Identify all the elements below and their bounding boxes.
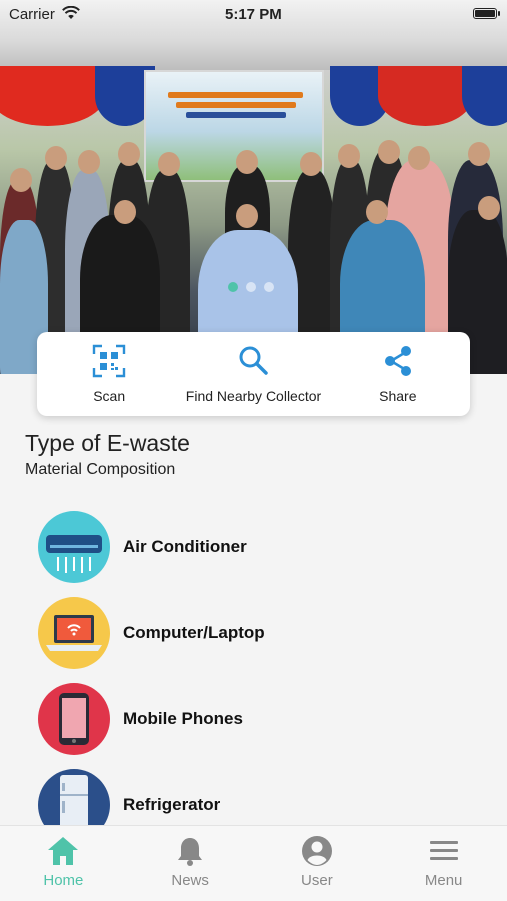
carousel-dot-active[interactable]: [228, 282, 238, 292]
tab-label: News: [171, 872, 209, 889]
find-nearby-collector-label: Find Nearby Collector: [185, 388, 322, 404]
hero-banner-image[interactable]: [0, 0, 507, 374]
carousel-dot[interactable]: [246, 282, 256, 292]
air-conditioner-icon: [38, 511, 110, 583]
drape-red: [378, 66, 473, 126]
wifi-icon: [62, 6, 80, 19]
list-item-mobile-phones[interactable]: Mobile Phones: [38, 682, 243, 756]
tab-user[interactable]: User: [254, 826, 381, 901]
scan-label: Scan: [93, 388, 126, 404]
bottom-tab-bar: Home News User Menu: [0, 825, 507, 901]
list-item-label: Air Conditioner: [123, 537, 247, 556]
tab-label: User: [301, 872, 333, 889]
mobile-phone-icon: [38, 683, 110, 755]
tab-label: Home: [43, 872, 84, 889]
tab-label: Menu: [424, 872, 463, 889]
search-icon: [239, 346, 269, 375]
status-bar: Carrier 5:17 PM: [0, 0, 507, 30]
list-item-label: Mobile Phones: [123, 709, 243, 728]
list-item-air-conditioner[interactable]: Air Conditioner: [38, 510, 247, 584]
scan-button[interactable]: Scan: [37, 332, 181, 416]
qr-scan-icon: [92, 344, 126, 378]
bell-icon: [178, 838, 203, 866]
tab-menu[interactable]: Menu: [380, 826, 507, 901]
section-subtitle: Material Composition: [25, 461, 176, 478]
drape-blue: [462, 66, 507, 126]
carousel-dot[interactable]: [264, 282, 274, 292]
share-label: Share: [379, 388, 417, 404]
quick-actions-card: Scan Find Nearby Collector Share: [37, 332, 470, 416]
list-item-label: Computer/Laptop: [123, 623, 265, 642]
tab-home[interactable]: Home: [0, 826, 127, 901]
list-item-computer-laptop[interactable]: Computer/Laptop: [38, 596, 265, 670]
laptop-icon: [38, 597, 110, 669]
clock: 5:17 PM: [225, 6, 282, 23]
list-item-label: Refrigerator: [123, 795, 221, 814]
drape-red: [0, 66, 105, 126]
find-nearby-collector-button[interactable]: Find Nearby Collector: [181, 332, 325, 416]
carousel-indicator[interactable]: [228, 282, 274, 292]
carrier-label: Carrier: [9, 6, 55, 23]
user-icon: [301, 836, 332, 866]
home-icon: [48, 837, 79, 865]
battery-icon: [473, 8, 497, 19]
section-title: Type of E-waste: [25, 430, 190, 456]
tab-news[interactable]: News: [127, 826, 254, 901]
share-icon: [384, 346, 411, 376]
share-button[interactable]: Share: [326, 332, 470, 416]
menu-icon: [429, 841, 458, 860]
